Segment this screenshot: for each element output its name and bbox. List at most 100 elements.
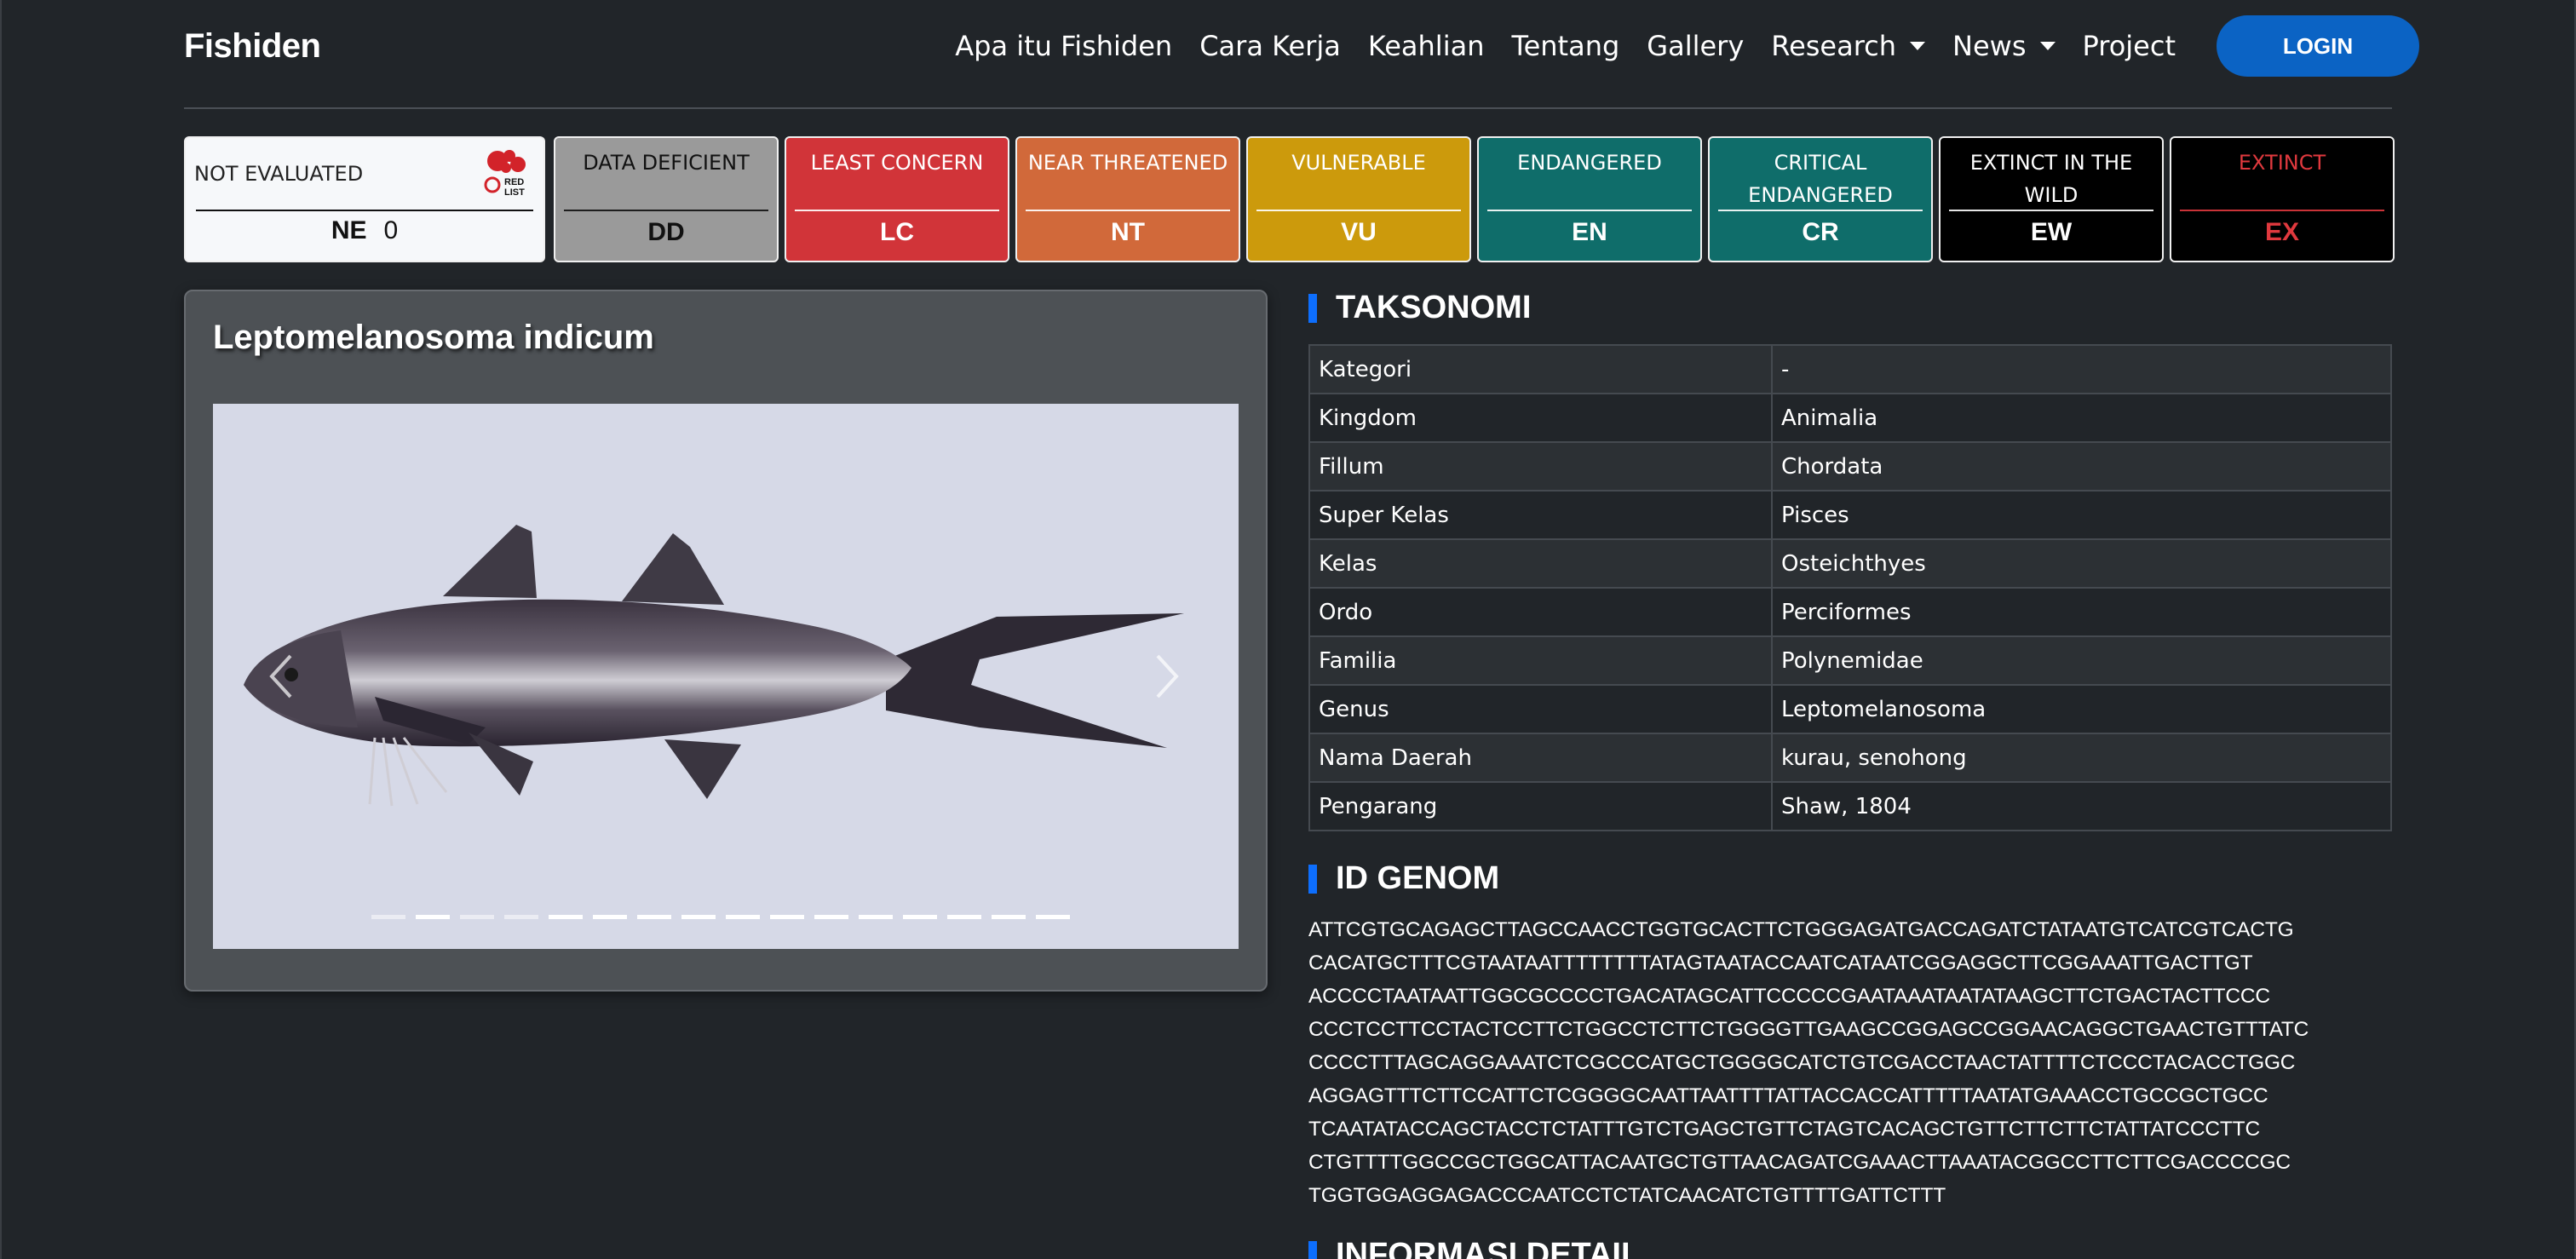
- genome-line: CCCTCCTTCCTACTCCTTCTGGCCTCTTCTGGGGTTGAAG…: [1308, 1018, 2309, 1041]
- navbar: Fishiden Apa itu Fishiden Cara Kerja Kea…: [184, 0, 2419, 92]
- status-divider: [795, 210, 999, 211]
- taxonomy-key: Familia: [1308, 635, 1773, 686]
- genome-line: CCCCTTTAGCAGGAAATCTCGCCCATGCTGGGGCATCTGT…: [1308, 1051, 2296, 1074]
- section-title: TAKSONOMI: [1336, 290, 1532, 325]
- status-code: EW: [2030, 218, 2073, 246]
- svg-text:LIST: LIST: [504, 187, 525, 198]
- status-card-extinct[interactable]: EXTINCT EX: [2170, 136, 2395, 262]
- status-count: 0: [383, 216, 399, 244]
- caret-down-icon: [1910, 42, 1926, 50]
- carousel-indicator[interactable]: [726, 915, 760, 919]
- section-heading-informasi-detail: INFORMASI DETAIL: [1308, 1237, 1641, 1259]
- status-card-not-evaluated[interactable]: NOT EVALUATED RED LIST NE 0: [184, 136, 545, 262]
- nav-links: Apa itu Fishiden Cara Kerja Keahlian Ten…: [928, 15, 2419, 77]
- status-divider: [1487, 210, 1692, 211]
- taxonomy-key: Ordo: [1308, 587, 1773, 637]
- conservation-status-bar: NOT EVALUATED RED LIST NE 0 DATA DEFICIE…: [184, 136, 2395, 262]
- status-code: LC: [880, 218, 914, 246]
- taxonomy-row: Genus Leptomelanosoma: [1308, 684, 2392, 734]
- nav-link-tentang[interactable]: Tentang: [1511, 30, 1619, 62]
- status-card-critical-endangered[interactable]: CRITICAL ENDANGERED CR: [1708, 136, 1933, 262]
- status-card-least-concern[interactable]: LEAST CONCERN LC: [785, 136, 1009, 262]
- nav-dropdown-news[interactable]: News: [1952, 30, 2056, 62]
- carousel-indicator[interactable]: [549, 915, 583, 919]
- status-label: LEAST CONCERN: [810, 151, 984, 175]
- taxonomy-key: Kategori: [1308, 344, 1773, 394]
- status-code: EX: [2264, 218, 2300, 246]
- taxonomy-value: kurau, senohong: [1771, 733, 2392, 783]
- section-heading-id-genom: ID GENOM: [1308, 860, 1499, 897]
- status-divider: [1949, 210, 2153, 211]
- taxonomy-key: Nama Daerah: [1308, 733, 1773, 783]
- carousel-indicator[interactable]: [947, 915, 981, 919]
- carousel-indicator[interactable]: [416, 915, 450, 919]
- carousel-indicator[interactable]: [1036, 915, 1070, 919]
- nav-link-apa-itu-fishiden[interactable]: Apa itu Fishiden: [955, 30, 1172, 62]
- taxonomy-row: Super Kelas Pisces: [1308, 490, 2392, 540]
- genome-line: ACCCCTAATAATTGGCGCCCCTGACATAGCATTCCCCCGA…: [1308, 985, 2270, 1008]
- carousel-indicator[interactable]: [371, 915, 405, 919]
- carousel-indicator[interactable]: [637, 915, 671, 919]
- status-card-data-deficient[interactable]: DATA DEFICIENT DD: [554, 136, 779, 262]
- svg-text:RED: RED: [504, 177, 524, 187]
- taxonomy-value: Pisces: [1771, 490, 2392, 540]
- status-divider: [1256, 210, 1461, 211]
- status-code: VU: [1341, 218, 1377, 246]
- status-card-extinct-in-the-wild[interactable]: EXTINCT IN THE WILD EW: [1939, 136, 2164, 262]
- carousel-indicator[interactable]: [859, 915, 893, 919]
- nav-dropdown-research-label: Research: [1771, 30, 1897, 62]
- taxonomy-row: Kategori -: [1308, 344, 2392, 394]
- species-name: Leptomelanosoma indicum: [213, 319, 654, 356]
- chevron-right-icon: [1156, 654, 1179, 698]
- nav-link-cara-kerja[interactable]: Cara Kerja: [1199, 30, 1341, 62]
- taxonomy-value: Animalia: [1771, 393, 2392, 443]
- carousel-prev-button[interactable]: [256, 634, 307, 719]
- carousel-next-button[interactable]: [1141, 634, 1193, 719]
- taxonomy-value: Chordata: [1771, 441, 2392, 492]
- heading-accent-bar: [1308, 864, 1317, 894]
- carousel-indicator[interactable]: [903, 915, 937, 919]
- nav-divider: [184, 107, 2392, 109]
- genome-sequence: ATTCGTGCAGAGCTTAGCCAACCTGGTGCACTTCTGGGAG…: [1308, 913, 2309, 1212]
- login-button[interactable]: LOGIN: [2217, 15, 2419, 77]
- carousel-indicator[interactable]: [770, 915, 804, 919]
- status-card-endangered[interactable]: ENDANGERED EN: [1477, 136, 1702, 262]
- status-card-near-threatened[interactable]: NEAR THREATENED NT: [1015, 136, 1240, 262]
- status-divider: [1718, 210, 1923, 211]
- taxonomy-row: Kingdom Animalia: [1308, 393, 2392, 443]
- fish-photo: [244, 525, 1184, 807]
- taxonomy-row: Fillum Chordata: [1308, 441, 2392, 492]
- brand-logo[interactable]: Fishiden: [184, 27, 321, 66]
- status-label: EXTINCT IN THE WILD: [1969, 151, 2133, 207]
- nav-link-project[interactable]: Project: [2083, 30, 2176, 62]
- nav-dropdown-research[interactable]: Research: [1771, 30, 1926, 62]
- iucn-red-list-logo: RED LIST: [484, 150, 526, 198]
- image-carousel[interactable]: [213, 404, 1239, 949]
- status-code: EN: [1572, 218, 1607, 246]
- carousel-indicator[interactable]: [814, 915, 848, 919]
- taxonomy-key: Pengarang: [1308, 781, 1773, 831]
- nav-link-keahlian[interactable]: Keahlian: [1368, 30, 1485, 62]
- taxonomy-key: Kingdom: [1308, 393, 1773, 443]
- taxonomy-row: Kelas Osteichthyes: [1308, 538, 2392, 589]
- taxonomy-row: Nama Daerah kurau, senohong: [1308, 733, 2392, 783]
- status-divider: [2180, 210, 2384, 211]
- carousel-indicator[interactable]: [504, 915, 538, 919]
- carousel-indicator[interactable]: [992, 915, 1026, 919]
- status-card-vulnerable[interactable]: VULNERABLE VU: [1246, 136, 1471, 262]
- carousel-indicator[interactable]: [681, 915, 716, 919]
- taxonomy-value: Perciformes: [1771, 587, 2392, 637]
- status-code: NT: [1111, 218, 1145, 246]
- taxonomy-key: Super Kelas: [1308, 490, 1773, 540]
- taxonomy-key: Kelas: [1308, 538, 1773, 589]
- status-label: NOT EVALUATED: [194, 162, 364, 186]
- taxonomy-value: Leptomelanosoma: [1771, 684, 2392, 734]
- carousel-indicator[interactable]: [593, 915, 627, 919]
- status-label: VULNERABLE: [1291, 151, 1426, 175]
- status-label: CRITICAL ENDANGERED: [1748, 151, 1893, 207]
- genome-line: CTGTTTTGGCCGCTGGCATTACAATGCTGTTAACAGATCG…: [1308, 1151, 2291, 1174]
- genome-line: CACATGCTTTCGTAATAATTTTTTTTATAGTAATACCAAT…: [1308, 951, 2253, 974]
- status-divider: [564, 210, 768, 211]
- carousel-indicator[interactable]: [460, 915, 494, 919]
- nav-link-gallery[interactable]: Gallery: [1647, 30, 1744, 62]
